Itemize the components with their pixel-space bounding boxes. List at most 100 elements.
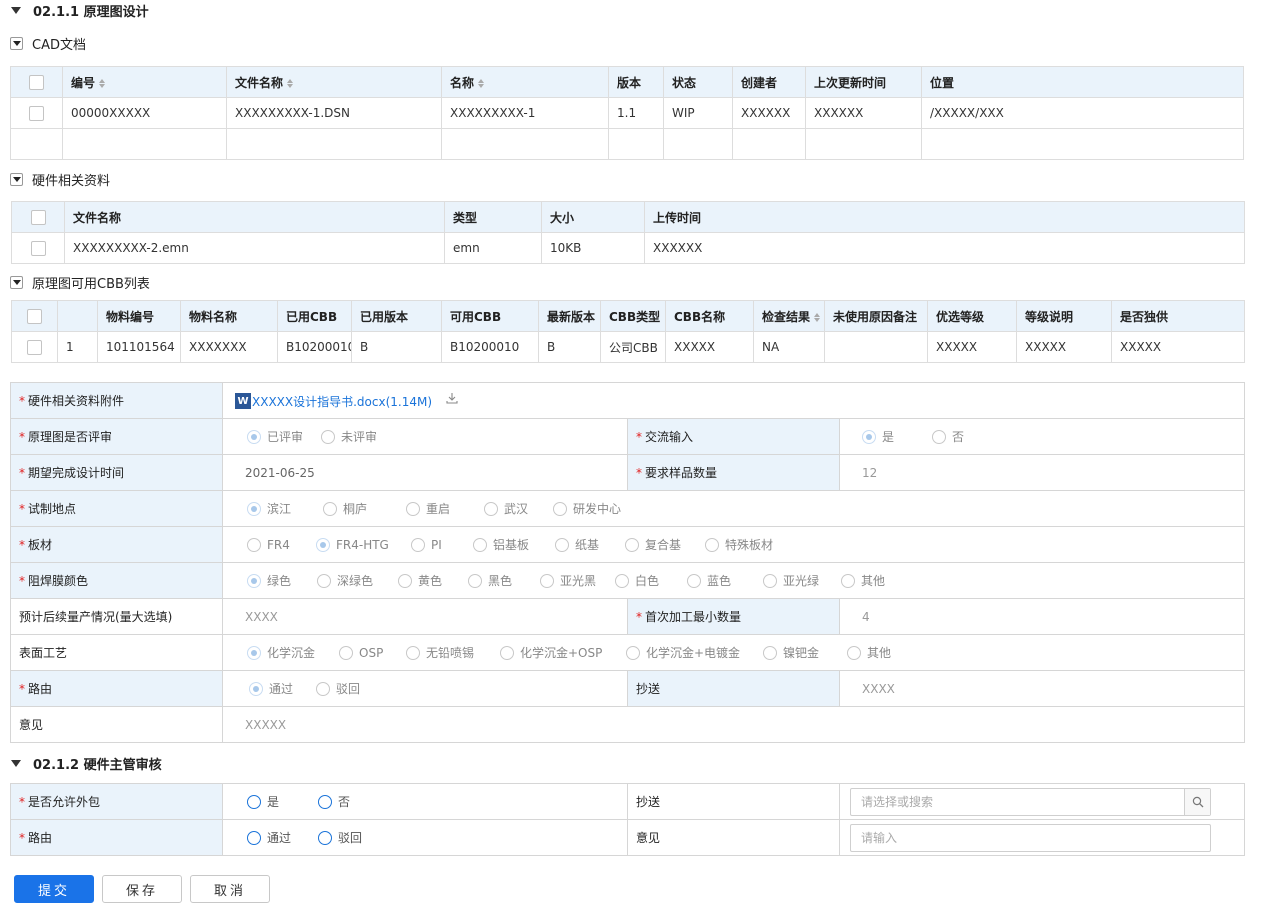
radio-outsource-yes[interactable]: 是 <box>247 793 318 810</box>
radio-dot <box>247 573 261 588</box>
opinion-placeholder: 请输入 <box>861 831 898 845</box>
cbb-used-cbb: B10200010 <box>277 331 352 363</box>
form-row-site: * 试制地点 滨江 桐庐 重启 武汉 研发中心 <box>10 490 1245 527</box>
subsection-cad[interactable]: CAD文档 <box>10 34 86 53</box>
subsection-cbb[interactable]: 原理图可用CBB列表 <box>10 273 150 292</box>
col-header-name[interactable]: 名称 <box>441 66 609 98</box>
radio-dot <box>323 501 337 516</box>
radio-surface-1[interactable]: OSP <box>339 645 406 660</box>
opinion-input[interactable]: 请输入 <box>850 823 1211 852</box>
subsection-hw[interactable]: 硬件相关资料 <box>10 170 110 189</box>
radio-site-2[interactable]: 重启 <box>406 500 484 517</box>
col-header-filename[interactable]: 文件名称 <box>226 66 442 98</box>
collapse-icon[interactable] <box>11 760 21 767</box>
attachment-link[interactable]: W XXXXX设计指导书.docx(1.14M) <box>235 393 432 410</box>
radio-site-1[interactable]: 桐庐 <box>323 500 406 517</box>
radio-mask-6[interactable]: 蓝色 <box>687 572 763 589</box>
collapse-icon[interactable] <box>10 276 23 289</box>
radio-dot <box>763 645 777 660</box>
row-checkbox[interactable] <box>30 240 46 256</box>
ac-radio-group: 是 否 <box>848 428 1236 445</box>
radio-mask-8[interactable]: 其他 <box>841 572 885 589</box>
col-header-id[interactable]: 编号 <box>62 66 227 98</box>
radio-board-5[interactable]: 复合基 <box>625 536 705 553</box>
radio-board-2[interactable]: PI <box>411 537 473 552</box>
radio-mask-5[interactable]: 白色 <box>615 572 687 589</box>
select-all-checkbox[interactable] <box>29 74 44 90</box>
cbb-type: 公司CBB <box>600 331 666 363</box>
radio-surface-4[interactable]: 化学沉金+电镀金 <box>626 644 763 661</box>
sample-label: 要求样品数量 <box>645 466 718 480</box>
collapse-icon[interactable] <box>10 173 23 186</box>
cancel-button[interactable]: 取消 <box>190 875 270 903</box>
radio-dot <box>625 537 639 552</box>
row-checkbox[interactable] <box>29 105 44 121</box>
radio-board-3[interactable]: 铝基板 <box>473 536 555 553</box>
radio-surface-3[interactable]: 化学沉金+OSP <box>500 644 626 661</box>
radio-board-4[interactable]: 纸基 <box>555 536 625 553</box>
radio-site-4[interactable]: 研发中心 <box>553 500 621 517</box>
radio-mask-2[interactable]: 黄色 <box>398 572 468 589</box>
select-all-checkbox[interactable] <box>27 308 42 324</box>
radio-ac-no[interactable]: 否 <box>932 428 964 445</box>
radio-route-pass[interactable]: 通过 <box>249 680 316 697</box>
save-button[interactable]: 保存 <box>102 875 182 903</box>
cad-id-link[interactable]: 00000XXXXX <box>62 97 227 129</box>
radio-board-1[interactable]: FR4-HTG <box>316 537 411 552</box>
sort-icon[interactable] <box>814 312 822 322</box>
radio-dot <box>247 537 261 552</box>
radio-mask-1[interactable]: 深绿色 <box>317 572 398 589</box>
cbb-material-no-link[interactable]: 101101564 <box>97 331 181 363</box>
radio-dot <box>318 794 332 809</box>
minqty-label: 首次加工最小数量 <box>645 610 742 624</box>
form-row-mask: * 阻焊膜颜色 绿色 深绿色 黄色 黑色 亚光黑 白色 蓝色 亚光绿 其他 <box>10 562 1245 599</box>
radio-review-pass[interactable]: 通过 <box>247 829 318 846</box>
section-title-schematic[interactable]: 02.1.1 原理图设计 <box>11 1 149 20</box>
radio-reviewed[interactable]: 已评审 <box>247 428 321 445</box>
cad-location-link[interactable]: /XXXXX/XXX <box>921 97 1244 129</box>
cc-search-input[interactable]: 请选择或搜索 <box>850 787 1211 816</box>
radio-mask-3[interactable]: 黑色 <box>468 572 540 589</box>
col-header-updated: 上次更新时间 <box>805 66 922 98</box>
radio-mask-0[interactable]: 绿色 <box>247 572 317 589</box>
radio-outsource-no[interactable]: 否 <box>318 793 350 810</box>
col-header-check[interactable]: 检查结果 <box>753 300 825 332</box>
radio-surface-5[interactable]: 镍钯金 <box>763 644 847 661</box>
radio-surface-0[interactable]: 化学沉金 <box>247 644 339 661</box>
cbb-used-ver: B <box>351 331 442 363</box>
radio-ac-yes[interactable]: 是 <box>862 428 932 445</box>
radio-site-3[interactable]: 武汉 <box>484 500 553 517</box>
table-row: 00000XXXXX XXXXXXXXX-1.DSN XXXXXXXXX-1 1… <box>10 97 1244 129</box>
submit-button[interactable]: 提交 <box>14 875 94 903</box>
radio-site-0[interactable]: 滨江 <box>247 500 323 517</box>
download-icon[interactable] <box>446 392 458 404</box>
radio-dot <box>318 830 332 845</box>
radio-review-reject[interactable]: 驳回 <box>318 829 362 846</box>
collapse-icon[interactable] <box>10 37 23 50</box>
collapse-icon[interactable] <box>11 7 21 14</box>
reviewed-label: 原理图是否评审 <box>28 430 113 444</box>
radio-mask-4[interactable]: 亚光黑 <box>540 572 615 589</box>
search-icon[interactable] <box>1184 788 1210 815</box>
row-checkbox[interactable] <box>27 339 42 355</box>
radio-surface-6[interactable]: 其他 <box>847 644 891 661</box>
cbb-sole: XXXXX <box>1111 331 1245 363</box>
minqty-value: 4 <box>839 598 1245 635</box>
radio-not-reviewed[interactable]: 未评审 <box>321 428 377 445</box>
radio-mask-7[interactable]: 亚光绿 <box>763 572 841 589</box>
radio-surface-2[interactable]: 无铅喷锡 <box>406 644 500 661</box>
section-title-review[interactable]: 02.1.2 硬件主管审核 <box>11 754 162 773</box>
sort-icon[interactable] <box>478 78 486 88</box>
sort-icon[interactable] <box>99 78 107 88</box>
hw-size: 10KB <box>541 232 645 264</box>
radio-dot <box>339 645 353 660</box>
select-all-checkbox[interactable] <box>30 209 46 225</box>
radio-board-0[interactable]: FR4 <box>247 537 316 552</box>
cbb-avail-cbb: B10200010 <box>441 331 539 363</box>
hw-file-link[interactable]: XXXXXXXXX-2.emn <box>64 232 445 264</box>
site-radio-group: 滨江 桐庐 重启 武汉 研发中心 <box>231 500 1236 517</box>
col-header-material-name: 物料名称 <box>180 300 278 332</box>
sort-icon[interactable] <box>287 78 295 88</box>
radio-route-reject[interactable]: 驳回 <box>316 680 360 697</box>
radio-board-6[interactable]: 特殊板材 <box>705 536 773 553</box>
